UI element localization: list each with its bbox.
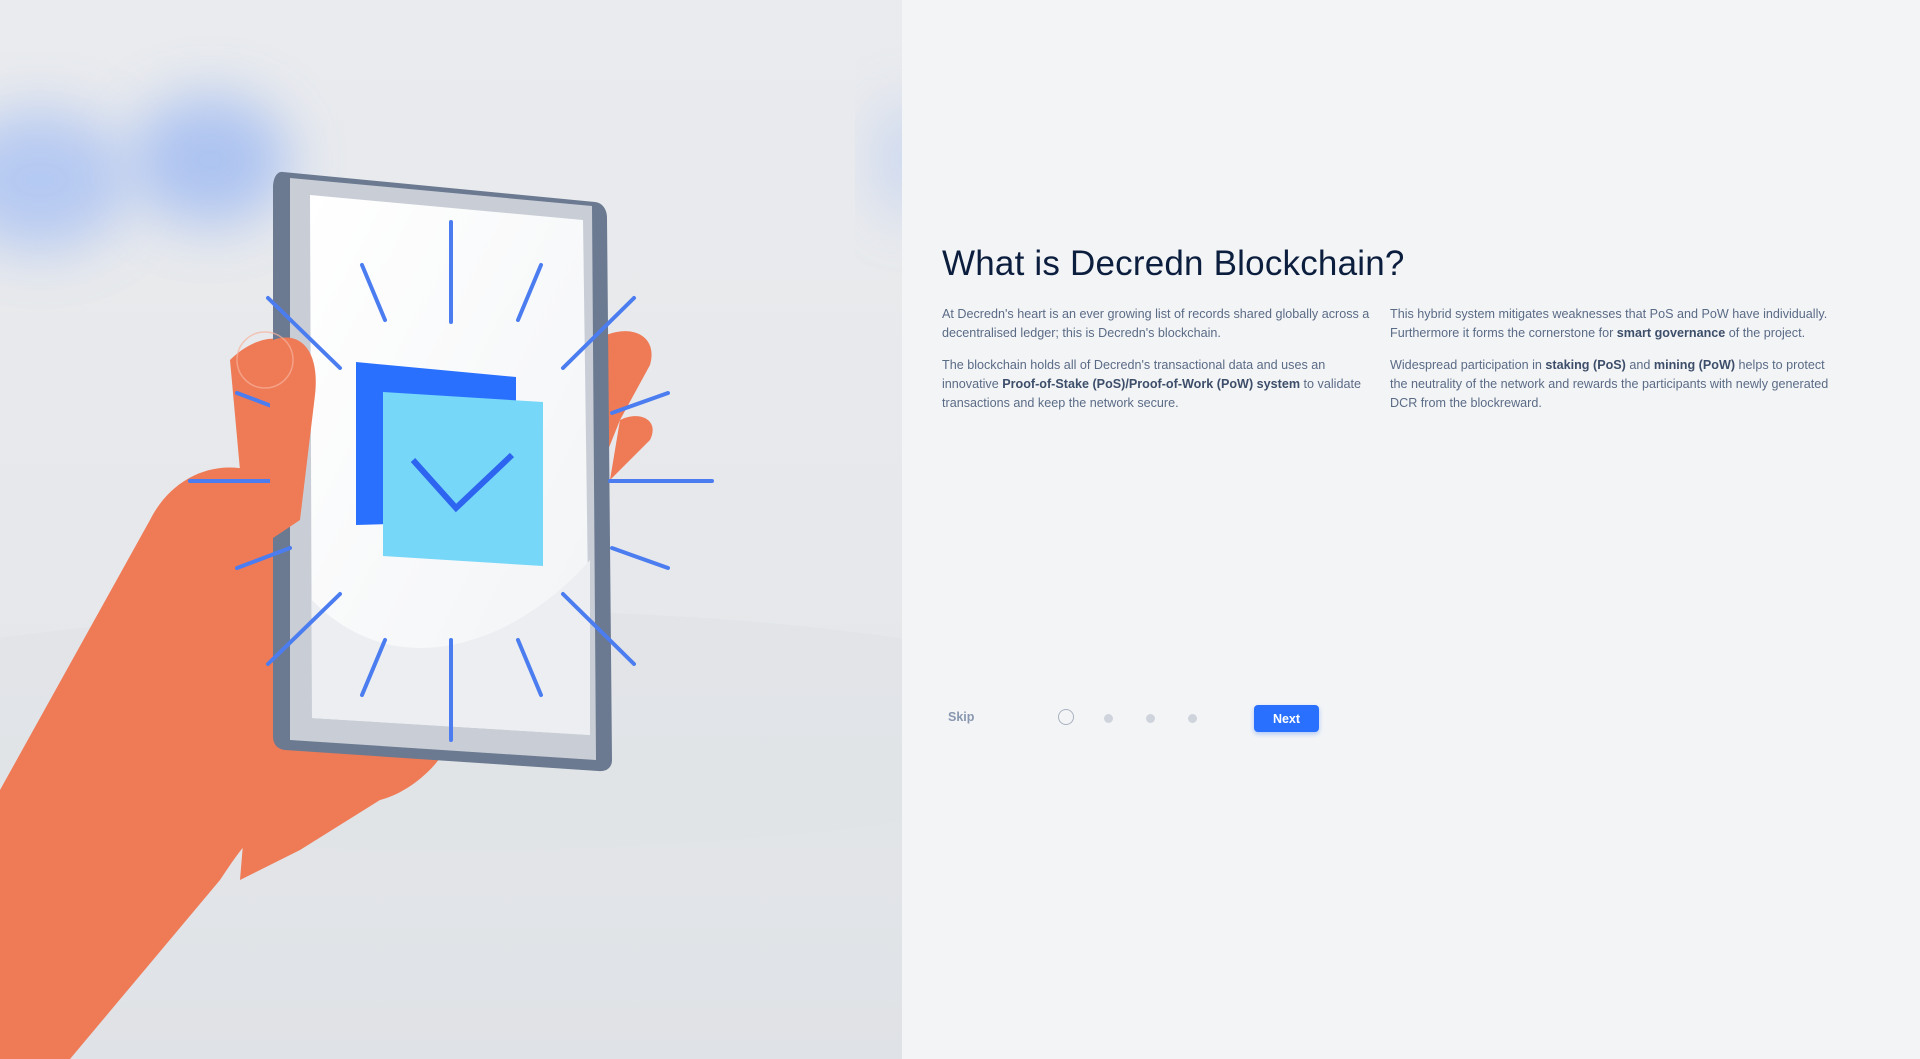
paragraph-text: of the project. [1725, 326, 1806, 340]
paragraph: At Decredn's heart is an ever growing li… [942, 305, 1374, 343]
paragraph: The blockchain holds all of Decredn's tr… [942, 356, 1374, 413]
onboarding-footer: Skip Next [942, 702, 1322, 734]
page-title: What is Decredn Blockchain? [942, 244, 1405, 283]
paragraph-text: Widespread participation in [1390, 358, 1546, 372]
hero-illustration [0, 0, 902, 1059]
paragraph-text: At Decredn's heart is an ever growing li… [942, 307, 1370, 340]
emphasis-text: smart governance [1616, 326, 1726, 340]
next-button[interactable]: Next [1254, 705, 1319, 732]
emphasis-text: mining (PoW) [1653, 358, 1736, 372]
onboarding-page: What is Decredn Blockchain? At Decredn's… [0, 0, 1920, 1059]
emphasis-text: staking (PoS) [1545, 358, 1626, 372]
text-column-left: At Decredn's heart is an ever growing li… [942, 305, 1374, 426]
pagination-dot-2[interactable] [1104, 714, 1113, 723]
intro-content: What is Decredn Blockchain? At Decredn's… [902, 0, 1920, 1059]
emphasis-text: Proof-of-Stake (PoS)/Proof-of-Work (PoW)… [1002, 377, 1301, 391]
paragraph: Widespread participation in staking (PoS… [1390, 356, 1830, 413]
skip-button[interactable]: Skip [948, 710, 974, 724]
paragraph-text: and [1625, 358, 1654, 372]
pagination-dot-1[interactable] [1058, 709, 1074, 725]
pagination-dot-3[interactable] [1146, 714, 1155, 723]
text-column-right: This hybrid system mitigates weaknesses … [1390, 305, 1830, 426]
pagination-dot-4[interactable] [1188, 714, 1197, 723]
paragraph: This hybrid system mitigates weaknesses … [1390, 305, 1830, 343]
hand-phone-illustration [0, 95, 902, 1059]
